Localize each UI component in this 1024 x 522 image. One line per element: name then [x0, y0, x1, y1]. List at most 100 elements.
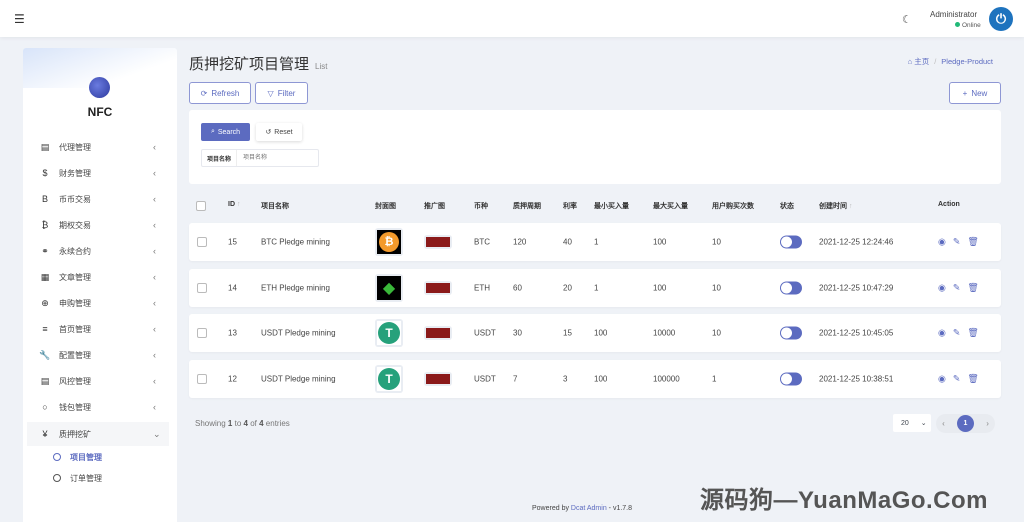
entries-info: Showing 1 to 4 of 4 entries: [195, 419, 290, 428]
cover-image[interactable]: ◆: [375, 273, 403, 302]
sidebar-item[interactable]: ▤ 代理管理 ‹: [27, 135, 169, 159]
filter-button[interactable]: ▽ Filter: [255, 82, 308, 104]
online-dot-icon: [955, 22, 960, 27]
status-toggle[interactable]: [780, 326, 802, 340]
column-header[interactable]: 创建时间 ↑: [819, 201, 852, 211]
filter-panel: ⌕ Search ↺ Reset 项目名称: [189, 110, 1001, 184]
cell-id: 15: [228, 237, 237, 247]
sidebar-item[interactable]: 🔧 配置管理 ‹: [27, 343, 169, 367]
view-icon[interactable]: ◉: [938, 328, 946, 339]
subitem-label: 订单管理: [70, 473, 102, 483]
trash-icon[interactable]: 🗑: [967, 373, 978, 384]
chevron-left-icon: ‹: [153, 220, 156, 230]
edit-icon[interactable]: ✎: [953, 373, 961, 384]
refresh-button[interactable]: ⟳ Refresh: [189, 82, 251, 104]
sidebar-subitem[interactable]: 订单管理: [53, 469, 102, 487]
sort-icon[interactable]: ↑: [235, 201, 241, 208]
next-page-icon[interactable]: ›: [986, 419, 989, 428]
list-icon: ≡: [42, 324, 48, 334]
sidebar-item[interactable]: ⚭ 永续合约 ‹: [27, 239, 169, 263]
cell-created: 2021-12-25 10:45:05: [819, 328, 894, 338]
sidebar-item-label: 期权交易: [59, 220, 91, 230]
row-checkbox[interactable]: [197, 282, 207, 293]
view-icon[interactable]: ◉: [938, 237, 946, 248]
sidebar-subitem[interactable]: 项目管理: [53, 448, 102, 466]
promo-image[interactable]: [424, 371, 452, 386]
cell-coin: ETH: [474, 283, 490, 292]
column-header: 质押周期: [513, 203, 541, 210]
sidebar-item[interactable]: ¥ 质押挖矿 ⌄: [27, 422, 169, 446]
dcat-admin-link[interactable]: Dcat Admin: [571, 505, 607, 512]
sidebar-item[interactable]: ⊕ 申购管理 ‹: [27, 291, 169, 315]
search-icon: ⌕: [210, 128, 215, 135]
view-icon[interactable]: ◉: [938, 373, 946, 384]
circle-icon: [53, 453, 61, 461]
cell-times: 10: [712, 237, 721, 247]
edit-icon[interactable]: ✎: [953, 328, 961, 339]
sidebar-item[interactable]: ≡ 首页管理 ‹: [27, 317, 169, 341]
chevron-left-icon: ‹: [153, 350, 156, 360]
breadcrumb-current[interactable]: Pledge-Product: [941, 57, 993, 66]
chevron-down-icon: ⌄: [153, 428, 161, 439]
menu-toggle-icon[interactable]: ☰: [14, 12, 25, 26]
search-button[interactable]: ⌕ Search: [201, 123, 250, 141]
table-row: 15 BTC Pledge mining ₿ BTC 120 40 1 100 …: [189, 223, 1001, 261]
cover-image[interactable]: T: [375, 364, 403, 393]
status-toggle[interactable]: [780, 372, 802, 385]
page-1[interactable]: 1: [957, 415, 974, 432]
cell-period: 120: [513, 237, 527, 247]
row-actions: ◉ ✎ 🗑: [938, 328, 979, 339]
sidebar-item[interactable]: ₿ 期权交易 ‹: [27, 213, 169, 237]
avatar[interactable]: ⏻: [989, 7, 1013, 31]
promo-image[interactable]: [424, 235, 452, 249]
edit-icon[interactable]: ✎: [953, 282, 961, 293]
per-page-select[interactable]: 20 ⌄: [893, 414, 931, 432]
row-checkbox[interactable]: [197, 328, 207, 338]
select-all-checkbox[interactable]: [196, 201, 206, 211]
edit-icon[interactable]: ✎: [953, 237, 961, 248]
sidebar-item[interactable]: ▦ 文章管理 ‹: [27, 265, 169, 289]
row-checkbox[interactable]: [197, 237, 207, 247]
column-header[interactable]: ID ↑: [228, 201, 240, 208]
sort-icon[interactable]: ↑: [847, 203, 853, 210]
chevron-down-icon: ⌄: [920, 420, 927, 427]
user-name[interactable]: Administrator: [930, 10, 977, 19]
list-alt-icon: ▤: [40, 375, 50, 386]
trash-icon[interactable]: 🗑: [967, 328, 978, 339]
reset-label: Reset: [274, 128, 293, 136]
cell-id: 13: [228, 328, 237, 338]
row-checkbox[interactable]: [197, 373, 207, 384]
reset-button[interactable]: ↺ Reset: [256, 123, 302, 141]
prev-page-icon[interactable]: ‹: [942, 419, 945, 428]
column-header: 用户购买次数: [712, 203, 754, 210]
cell-created: 2021-12-25 12:24:46: [819, 237, 894, 247]
sidebar-item[interactable]: ○ 钱包管理 ‹: [27, 395, 169, 419]
sidebar-item[interactable]: ▤ 风控管理 ‹: [27, 369, 169, 393]
column-header: 状态: [780, 203, 794, 210]
dark-mode-icon[interactable]: ☾: [902, 13, 912, 26]
sidebar: NFC ▤ 代理管理 ‹ $ 财务管理 ‹ B 币币交易 ‹ ₿ 期权交易 ‹ ⚭ 永续合约 ‹ ▦ 文章管理 ‹…: [23, 48, 177, 522]
brand-name: NFC: [87, 105, 113, 119]
status-toggle[interactable]: [780, 281, 802, 294]
project-name-input[interactable]: [237, 150, 317, 166]
new-button[interactable]: + New: [949, 82, 1001, 104]
¥-icon: ¥: [42, 429, 48, 439]
trash-icon[interactable]: 🗑: [967, 237, 978, 248]
cell-min: 100: [594, 328, 608, 338]
cell-rate: 15: [563, 328, 572, 338]
refresh-icon: ⟳: [200, 88, 208, 98]
pagination: ‹ 1 ›: [936, 414, 995, 433]
plus-icon: +: [962, 88, 968, 98]
sidebar-item[interactable]: $ 财务管理 ‹: [27, 161, 169, 185]
promo-image[interactable]: [424, 326, 452, 340]
breadcrumb-home[interactable]: 主页: [914, 57, 929, 66]
status-toggle[interactable]: [780, 235, 802, 249]
row-actions: ◉ ✎ 🗑: [938, 373, 979, 384]
promo-image[interactable]: [424, 280, 452, 295]
cover-image[interactable]: T: [375, 319, 403, 347]
chevron-left-icon: ‹: [153, 194, 156, 204]
sidebar-item[interactable]: B 币币交易 ‹: [27, 187, 169, 211]
view-icon[interactable]: ◉: [938, 282, 946, 293]
cover-image[interactable]: ₿: [375, 228, 403, 256]
trash-icon[interactable]: 🗑: [967, 282, 978, 293]
